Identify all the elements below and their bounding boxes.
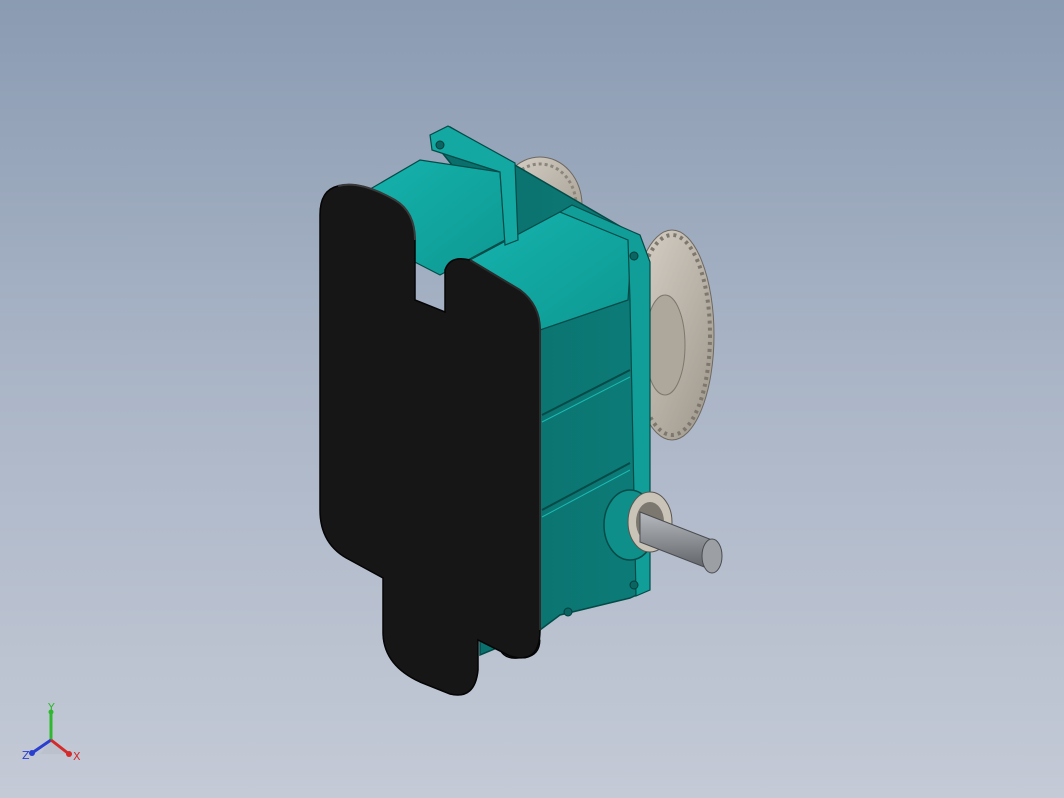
gearbox-3d-model[interactable]: [0, 0, 1064, 798]
graphics-viewport[interactable]: Y Z X: [0, 0, 1064, 798]
x-axis-tip: [66, 751, 72, 757]
axis-triad: Y Z X: [22, 702, 81, 763]
y-axis-label: Y: [47, 702, 55, 714]
z-axis-tip: [29, 750, 35, 756]
z-axis-label: Z: [22, 749, 30, 762]
x-axis-label: X: [73, 750, 81, 763]
